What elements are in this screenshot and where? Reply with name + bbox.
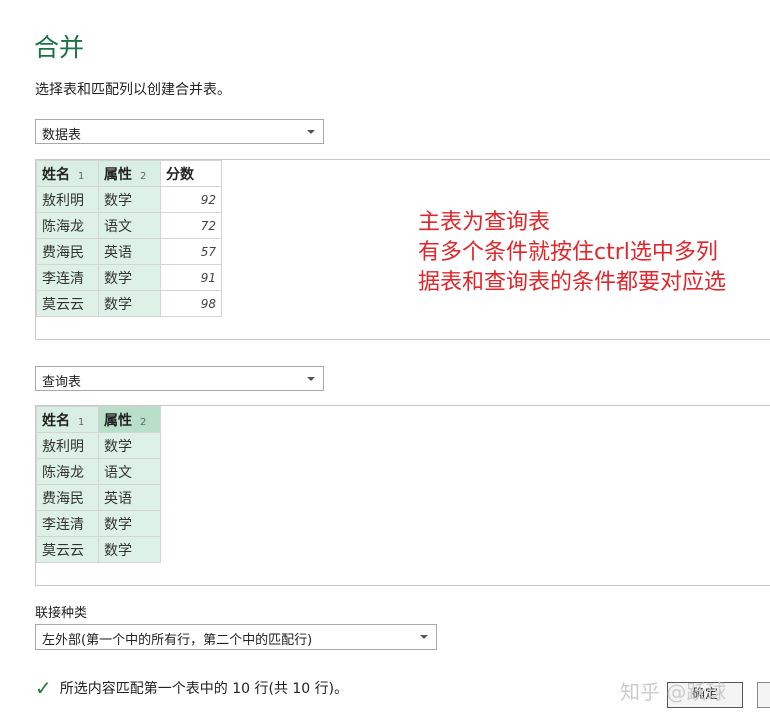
table1-grid: 姓名 1 属性 2 分数 敖利明 数学 92 陈海龙 语文 72 费海民 英语 57: [36, 160, 222, 317]
cancel-button[interactable]: [757, 682, 770, 708]
table1-cell: 数学: [98, 186, 161, 213]
chevron-down-icon: [420, 635, 428, 639]
table1-header-name[interactable]: 姓名 1: [36, 160, 99, 187]
table1-cell: 语文: [98, 212, 161, 239]
table1-cell: 英语: [98, 238, 161, 265]
table-row: 费海民 英语 57: [36, 238, 222, 265]
table2-header-attr[interactable]: 属性 2: [98, 406, 161, 433]
table1-cell: 57: [160, 238, 222, 265]
join-kind-select[interactable]: 左外部(第一个中的所有行，第二个中的匹配行): [35, 624, 437, 650]
table2-cell: 费海民: [36, 484, 99, 511]
table2-select-value: 查询表: [42, 375, 82, 390]
table1-cell: 费海民: [36, 238, 99, 265]
table-row: 莫云云 数学 98: [36, 290, 222, 317]
table2-cell: 莫云云: [36, 536, 99, 563]
table2-select[interactable]: 查询表: [35, 366, 324, 391]
table1-cell: 陈海龙: [36, 212, 99, 239]
table1-cell: 数学: [98, 290, 161, 317]
table1-cell: 92: [160, 186, 222, 213]
annotation-line-1: 主表为查询表: [418, 210, 551, 235]
table2-cell: 敖利明: [36, 432, 99, 459]
match-status: ✓ 所选内容匹配第一个表中的 10 行(共 10 行)。: [35, 676, 348, 700]
checkmark-icon: ✓: [35, 676, 52, 700]
watermark: 知乎 @跃球: [620, 680, 727, 704]
table1-select[interactable]: 数据表: [35, 119, 324, 144]
annotation-line-3: 据表和查询表的条件都要对应选: [418, 270, 727, 295]
table1-cell: 莫云云: [36, 290, 99, 317]
table2-cell: 英语: [98, 484, 161, 511]
table-row: 陈海龙 语文 72: [36, 212, 222, 239]
table2-cell: 李连清: [36, 510, 99, 537]
join-kind-value: 左外部(第一个中的所有行，第二个中的匹配行): [42, 633, 313, 648]
table1-cell: 91: [160, 264, 222, 291]
chevron-down-icon: [307, 377, 315, 381]
table1-cell: 敖利明: [36, 186, 99, 213]
table1-select-value: 数据表: [42, 128, 82, 143]
table-row: 费海民 英语: [36, 484, 161, 511]
join-kind-label: 联接种类: [35, 606, 88, 621]
table1-header-attr[interactable]: 属性 2: [98, 160, 161, 187]
table1-cell: 72: [160, 212, 222, 239]
match-status-text: 所选内容匹配第一个表中的 10 行(共 10 行)。: [59, 681, 349, 697]
annotation-line-2: 有多个条件就按住ctrl选中多列: [418, 240, 718, 265]
table-row: 李连清 数学 91: [36, 264, 222, 291]
chevron-down-icon: [307, 130, 315, 134]
table-row: 敖利明 数学: [36, 432, 161, 459]
table2-cell: 语文: [98, 458, 161, 485]
table1-cell: 李连清: [36, 264, 99, 291]
table2-cell: 数学: [98, 536, 161, 563]
table-row: 陈海龙 语文: [36, 458, 161, 485]
table1-cell: 98: [160, 290, 222, 317]
table-row: 李连清 数学: [36, 510, 161, 537]
table2-preview: 姓名 1 属性 2 敖利明 数学 陈海龙 语文 费海民 英语 李连清 数学 莫云云: [35, 405, 770, 586]
annotation-text: 主表为查询表 有多个条件就按住ctrl选中多列 据表和查询表的条件都要对应选: [418, 208, 726, 298]
table2-grid: 姓名 1 属性 2 敖利明 数学 陈海龙 语文 费海民 英语 李连清 数学 莫云云: [36, 406, 161, 563]
table-row: 敖利明 数学 92: [36, 186, 222, 213]
table2-cell: 数学: [98, 432, 161, 459]
table2-cell: 陈海龙: [36, 458, 99, 485]
dialog-subtitle: 选择表和匹配列以创建合并表。: [35, 82, 231, 98]
table1-header-score[interactable]: 分数: [160, 160, 222, 187]
table2-header-name[interactable]: 姓名 1: [36, 406, 99, 433]
table2-cell: 数学: [98, 510, 161, 537]
table1-cell: 数学: [98, 264, 161, 291]
dialog-title: 合并: [34, 33, 85, 62]
table-row: 莫云云 数学: [36, 536, 161, 563]
